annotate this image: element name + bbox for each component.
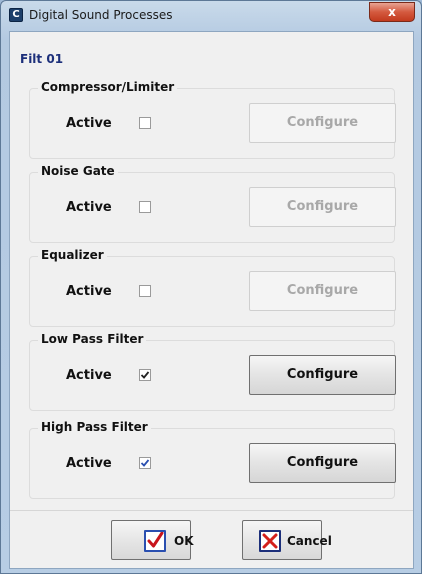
group-equalizer: Equalizer Active Configure [29,248,396,327]
close-button[interactable]: x [369,2,415,22]
active-label: Active [66,284,112,299]
cancel-label: Cancel [287,534,332,548]
active-checkbox[interactable] [139,285,151,297]
group-title: High Pass Filter [38,420,151,434]
active-label: Active [66,456,112,471]
app-icon: C [9,8,23,22]
filter-name: Filt 01 [20,52,64,66]
active-checkbox[interactable] [139,369,151,381]
group-title: Equalizer [38,248,107,262]
configure-button[interactable]: Configure [249,103,396,143]
configure-button[interactable]: Configure [249,187,396,227]
active-label: Active [66,368,112,383]
checkmark-icon [140,371,150,379]
cancel-button[interactable]: Cancel [242,520,332,560]
configure-button[interactable]: Configure [249,355,396,395]
footer-separator [10,510,413,511]
active-checkbox[interactable] [139,117,151,129]
group-title: Low Pass Filter [38,332,147,346]
ok-check-icon [144,530,166,552]
configure-button[interactable]: Configure [249,271,396,311]
dialog-window: C Digital Sound Processes x Filt 01 Comp… [0,0,422,574]
group-title: Noise Gate [38,164,118,178]
group-noise-gate: Noise Gate Active Configure [29,164,396,243]
dialog-client-area: Filt 01 Compressor/Limiter Active Config… [9,31,414,569]
checkmark-icon [140,459,150,467]
window-title: Digital Sound Processes [29,8,173,22]
ok-button[interactable]: OK [111,520,194,560]
group-compressor-limiter: Compressor/Limiter Active Configure [29,80,396,159]
title-bar[interactable]: C Digital Sound Processes x [1,1,421,31]
group-low-pass-filter: Low Pass Filter Active Configure [29,332,396,411]
configure-button[interactable]: Configure [249,443,396,483]
group-title: Compressor/Limiter [38,80,178,94]
active-label: Active [66,116,112,131]
cancel-x-icon [259,530,281,552]
ok-label: OK [174,534,194,548]
active-checkbox[interactable] [139,201,151,213]
group-high-pass-filter: High Pass Filter Active Configure [29,420,396,499]
active-checkbox[interactable] [139,457,151,469]
active-label: Active [66,200,112,215]
